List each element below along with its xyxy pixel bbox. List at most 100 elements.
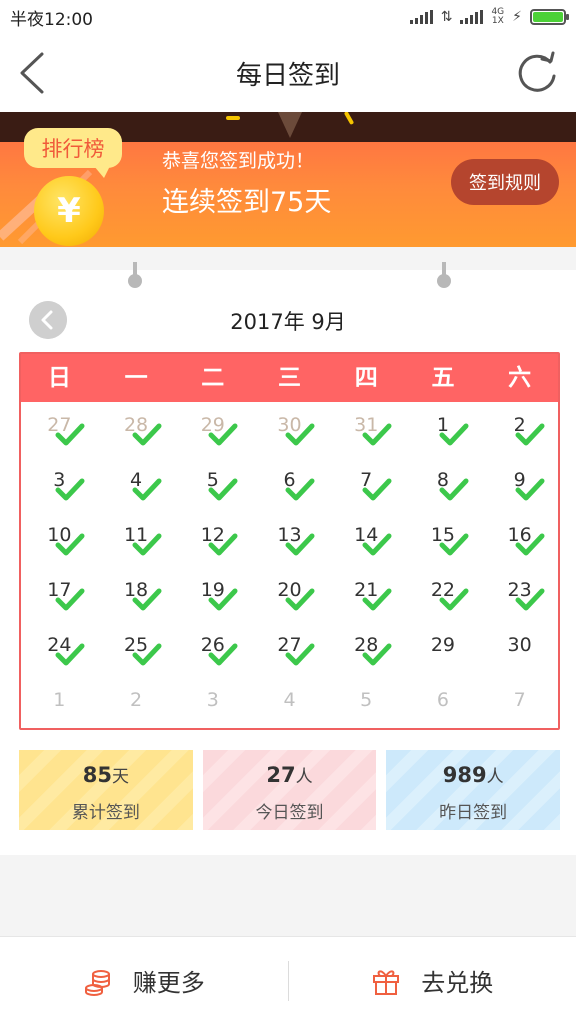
check-icon xyxy=(285,423,315,446)
check-icon xyxy=(285,643,315,666)
calendar-day[interactable]: 1 xyxy=(21,677,98,728)
pointer-decoration xyxy=(278,112,302,138)
calendar-day[interactable]: 22 xyxy=(405,567,482,622)
check-icon xyxy=(55,533,85,556)
checkin-banner: 排行榜 ¥ 恭喜您签到成功！ 连续签到75天 签到规则 xyxy=(0,112,576,247)
calendar: 日 一 二 三 四 五 六 27 28 29 30 31 1 2 3 4 5 6 7 8 9 10 11 12 1… xyxy=(19,352,560,730)
calendar-day[interactable]: 7 xyxy=(481,677,558,728)
day-number: 5 xyxy=(360,689,373,711)
calendar-day[interactable]: 21 xyxy=(328,567,405,622)
checkin-success-text: 恭喜您签到成功！ xyxy=(162,150,315,172)
day-number: 1 xyxy=(53,689,66,711)
today-checkin-unit: 人 xyxy=(295,767,313,787)
calendar-day[interactable]: 2 xyxy=(481,402,558,457)
today-checkin-value: 27 xyxy=(266,763,296,787)
hanger-icon xyxy=(128,262,142,290)
day-grid: 27 28 29 30 31 1 2 3 4 5 6 7 8 9 10 11 12 13 14 15 16 17 18 19 2… xyxy=(21,402,558,728)
calendar-day[interactable]: 6 xyxy=(251,457,328,512)
signal-2-icon xyxy=(460,10,484,24)
refresh-icon[interactable] xyxy=(516,50,558,94)
check-icon xyxy=(132,533,162,556)
calendar-day[interactable]: 8 xyxy=(405,457,482,512)
calendar-day[interactable]: 14 xyxy=(328,512,405,567)
exchange-label: 去兑换 xyxy=(421,969,494,997)
calendar-day[interactable]: 4 xyxy=(98,457,175,512)
weekday-label: 三 xyxy=(278,365,302,391)
weekday-label: 六 xyxy=(508,365,532,391)
check-icon xyxy=(208,423,238,446)
check-icon xyxy=(515,533,545,556)
calendar-day[interactable]: 5 xyxy=(174,457,251,512)
leaderboard-badge[interactable]: 排行榜 xyxy=(24,128,122,178)
calendar-day[interactable]: 4 xyxy=(251,677,328,728)
hanger-icon xyxy=(437,262,451,290)
calendar-day[interactable]: 19 xyxy=(174,567,251,622)
month-title: 2017年 9月 xyxy=(230,310,346,334)
calendar-day[interactable]: 20 xyxy=(251,567,328,622)
battery-icon xyxy=(530,9,569,25)
calendar-day[interactable]: 9 xyxy=(481,457,558,512)
gift-icon xyxy=(373,969,400,995)
check-icon xyxy=(285,478,315,501)
coin-icon: ¥ xyxy=(34,176,104,246)
calendar-day[interactable]: 17 xyxy=(21,567,98,622)
calendar-day[interactable]: 2 xyxy=(98,677,175,728)
calendar-day[interactable]: 31 xyxy=(328,402,405,457)
data-transfer-icon: ⇅ xyxy=(440,9,453,25)
check-icon xyxy=(515,478,545,501)
calendar-day[interactable]: 16 xyxy=(481,512,558,567)
day-number: 30 xyxy=(507,634,532,656)
weekday-label: 四 xyxy=(354,365,378,391)
calendar-day[interactable]: 1 xyxy=(405,402,482,457)
check-icon xyxy=(132,423,162,446)
calendar-day[interactable]: 26 xyxy=(174,622,251,677)
weekday-header: 日 一 二 三 四 五 六 xyxy=(21,354,558,402)
calendar-day[interactable]: 3 xyxy=(174,677,251,728)
calendar-day[interactable]: 13 xyxy=(251,512,328,567)
calendar-day[interactable]: 11 xyxy=(98,512,175,567)
checkin-rules-button[interactable]: 签到规则 xyxy=(451,159,559,205)
yesterday-checkin-value: 989 xyxy=(442,763,487,787)
chevron-left-icon[interactable] xyxy=(14,50,54,96)
check-icon xyxy=(208,478,238,501)
weekday-label: 五 xyxy=(431,365,455,391)
calendar-day[interactable]: 27 xyxy=(251,622,328,677)
yesterday-checkin-unit: 人 xyxy=(486,767,504,787)
calendar-day[interactable]: 25 xyxy=(98,622,175,677)
check-icon xyxy=(439,423,469,446)
calendar-day[interactable]: 6 xyxy=(405,677,482,728)
check-icon xyxy=(439,588,469,611)
calendar-day[interactable]: 28 xyxy=(328,622,405,677)
calendar-day[interactable]: 30 xyxy=(251,402,328,457)
calendar-day[interactable]: 28 xyxy=(98,402,175,457)
day-number: 7 xyxy=(513,689,526,711)
yesterday-checkin-stat: 989人 昨日签到 xyxy=(386,750,561,830)
check-icon xyxy=(55,478,85,501)
check-icon xyxy=(362,423,392,446)
calendar-day[interactable]: 7 xyxy=(328,457,405,512)
day-number: 4 xyxy=(283,689,296,711)
calendar-day[interactable]: 5 xyxy=(328,677,405,728)
calendar-day[interactable]: 3 xyxy=(21,457,98,512)
status-bar: 半夜12:00 ⇅ 4G 1X ⚡ xyxy=(0,0,576,34)
calendar-day[interactable]: 24 xyxy=(21,622,98,677)
weekday-label: 一 xyxy=(124,365,148,391)
exchange-button[interactable]: 去兑换 xyxy=(289,937,576,1024)
calendar-day[interactable]: 27 xyxy=(21,402,98,457)
total-checkin-value: 85 xyxy=(82,763,112,787)
streak-text: 连续签到75天 xyxy=(162,187,332,218)
day-number: 6 xyxy=(436,689,449,711)
check-icon xyxy=(55,588,85,611)
calendar-day[interactable]: 23 xyxy=(481,567,558,622)
calendar-day[interactable]: 29 xyxy=(174,402,251,457)
calendar-day[interactable]: 18 xyxy=(98,567,175,622)
calendar-day[interactable]: 15 xyxy=(405,512,482,567)
calendar-day[interactable]: 30 xyxy=(481,622,558,677)
earn-more-button[interactable]: 赚更多 xyxy=(0,937,288,1024)
check-icon xyxy=(208,588,238,611)
calendar-day[interactable]: 10 xyxy=(21,512,98,567)
calendar-day[interactable]: 29 xyxy=(405,622,482,677)
signal-icon xyxy=(409,10,433,24)
check-icon xyxy=(285,588,315,611)
calendar-day[interactable]: 12 xyxy=(174,512,251,567)
